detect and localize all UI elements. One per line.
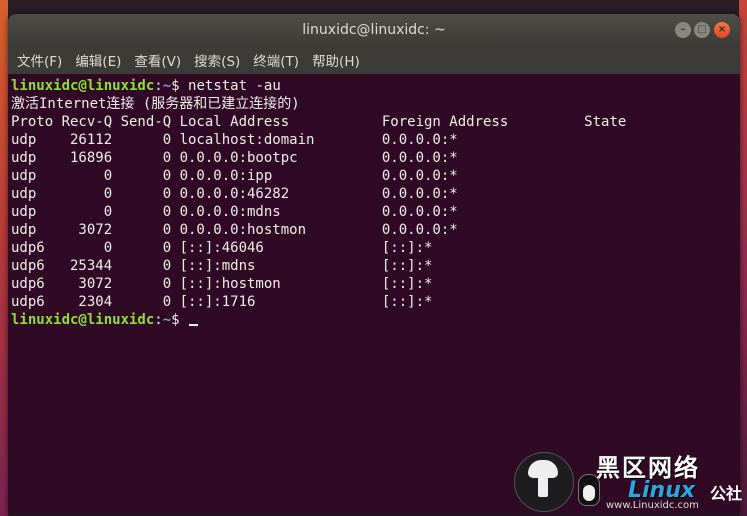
mushroom-cap-icon [528, 460, 558, 478]
output-row: udp 16896 0 0.0.0.0:bootpc 0.0.0.0:* [11, 150, 458, 166]
mushroom-stem-icon [538, 477, 548, 497]
prompt-separator: : [154, 78, 163, 94]
menu-help[interactable]: 帮助(H) [305, 50, 366, 70]
prompt-user: linuxidc@linuxidc [11, 78, 155, 94]
maximize-button[interactable]: □ [694, 22, 710, 38]
menu-bar: 文件(F) 编辑(E) 查看(V) 搜索(S) 终端(T) 帮助(H) [8, 46, 740, 74]
menu-edit[interactable]: 编辑(E) [68, 50, 127, 70]
output-row: udp6 2304 0 [::]:1716 [::]:* [11, 294, 433, 310]
prompt-symbol: $ [171, 78, 180, 94]
output-row: udp6 3072 0 [::]:hostmon [::]:* [11, 276, 433, 292]
output-row: udp 26112 0 localhost:domain 0.0.0.0:* [11, 132, 458, 148]
prompt-path: ~ [162, 312, 172, 328]
prompt-path: ~ [162, 78, 172, 94]
window-title: linuxidc@linuxidc: ~ [302, 22, 446, 38]
prompt-line: linuxidc@linuxidc:~$ [11, 311, 726, 329]
output-columns: Proto Recv-Q Send-Q Local Address Foreig… [11, 114, 627, 130]
text-cursor [189, 324, 199, 326]
output-row: udp6 0 0 [::]:46046 [::]:* [11, 240, 433, 256]
output-row: udp 0 0 0.0.0.0:mdns 0.0.0.0:* [11, 204, 458, 220]
output-row: udp 0 0 0.0.0.0:ipp 0.0.0.0:* [11, 168, 458, 184]
minimize-button[interactable]: – [675, 22, 691, 38]
terminal-window: linuxidc@linuxidc: ~ – □ × 文件(F) 编辑(E) 查… [8, 14, 740, 514]
close-button[interactable]: × [714, 22, 730, 38]
output-row: udp 0 0 0.0.0.0:46282 0.0.0.0:* [11, 186, 458, 202]
prompt-user: linuxidc@linuxidc [11, 312, 155, 328]
prompt-separator: : [154, 312, 163, 328]
output-row: udp 3072 0 0.0.0.0:hostmon 0.0.0.0:* [11, 222, 458, 238]
desktop-wallpaper-left [0, 0, 8, 516]
output-header: 激活Internet连接 (服务器和已建立连接的) [11, 96, 300, 112]
output-row: udp6 25344 0 [::]:mdns [::]:* [11, 258, 433, 274]
watermark-url: www.Linuxidc.com [606, 500, 699, 511]
desktop-wallpaper-right [739, 0, 747, 516]
prompt-symbol: $ [171, 312, 180, 328]
command-text: netstat -au [179, 78, 281, 94]
window-titlebar[interactable]: linuxidc@linuxidc: ~ – □ × [8, 14, 740, 46]
menu-file[interactable]: 文件(F) [10, 50, 68, 70]
menu-search[interactable]: 搜索(S) [187, 50, 246, 70]
menu-view[interactable]: 查看(V) [127, 50, 187, 70]
watermark: 黑区网络 Linux 公社 www.Linuxidc.com [512, 444, 747, 516]
menu-terminal[interactable]: 终端(T) [246, 50, 305, 70]
command-line: linuxidc@linuxidc:~$ netstat -au [11, 77, 726, 95]
watermark-brand-suffix: 公社 [710, 484, 743, 503]
